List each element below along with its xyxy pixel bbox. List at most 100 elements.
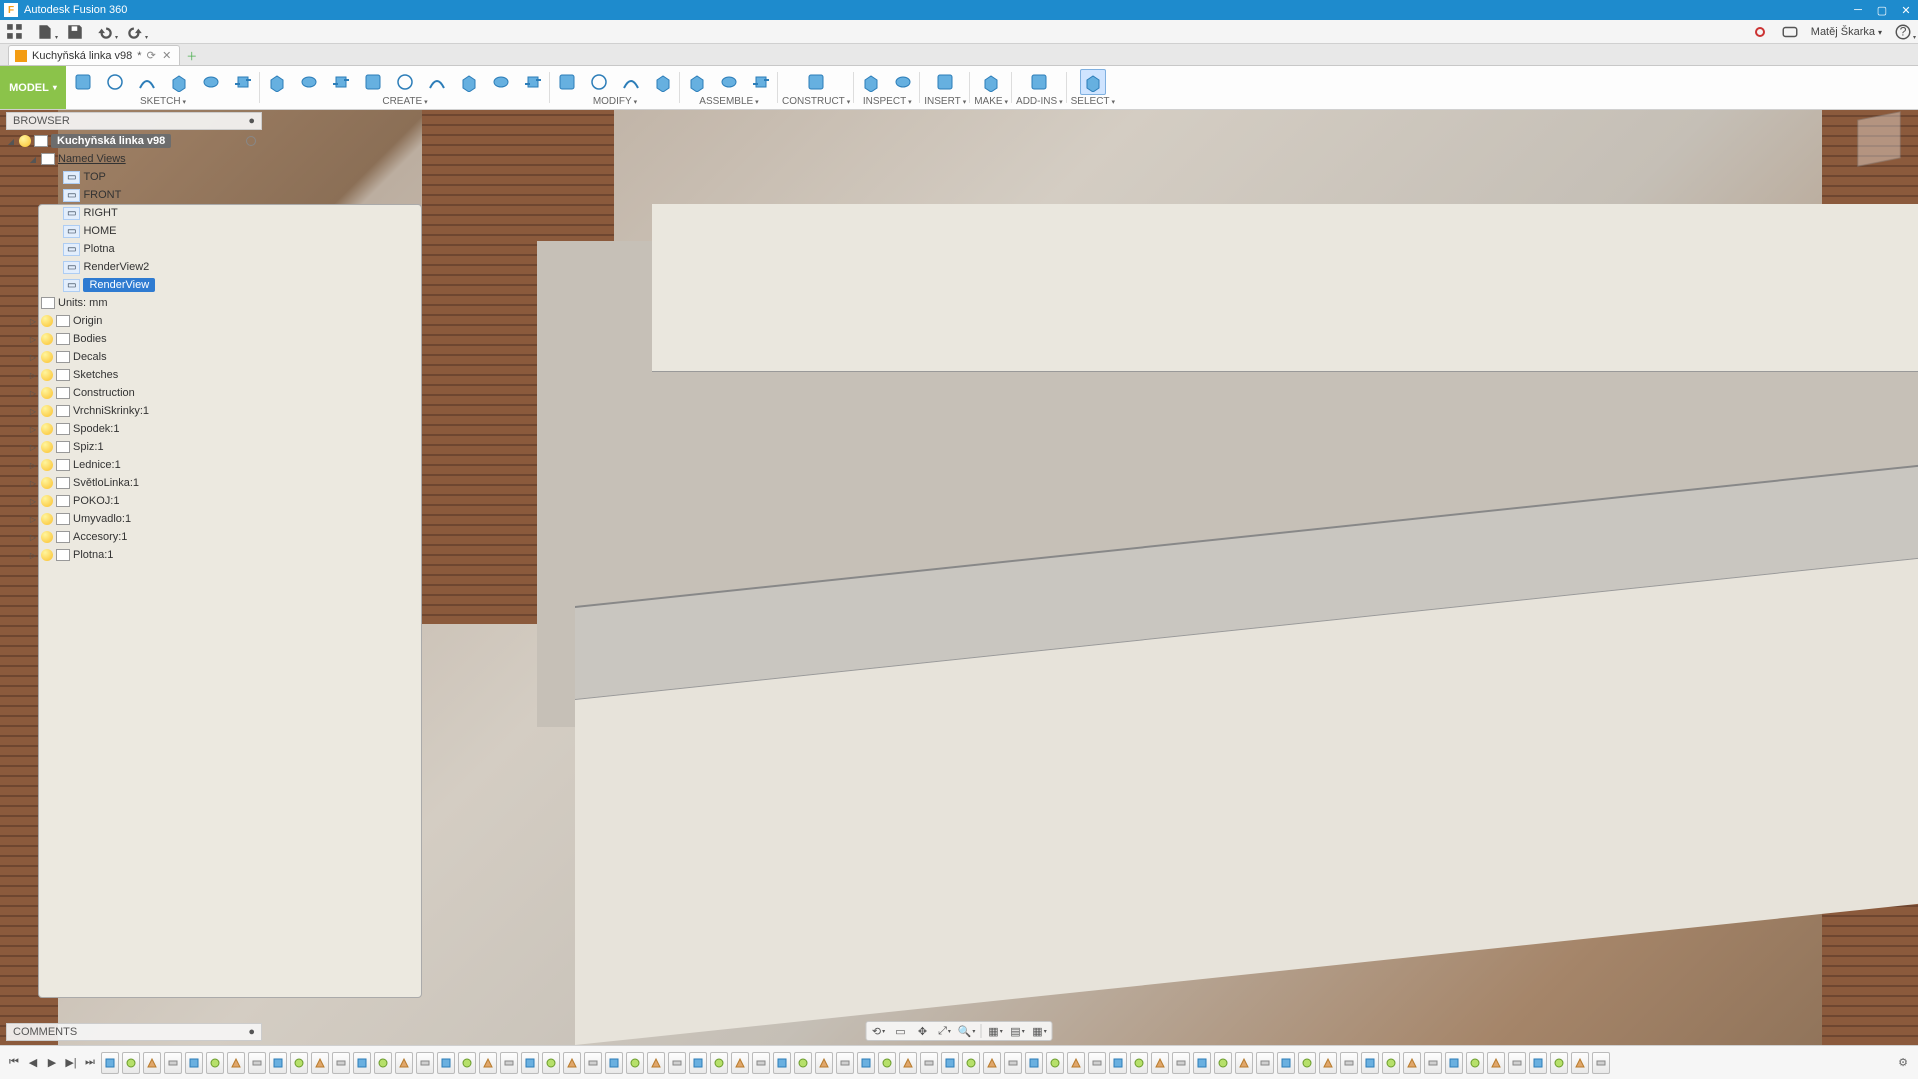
ribbon-sketch-tool-5[interactable] <box>230 69 256 95</box>
ribbon-modify-tool-2[interactable] <box>618 69 644 95</box>
visibility-bulb-icon[interactable] <box>41 531 53 543</box>
timeline-feature-2[interactable] <box>143 1052 161 1074</box>
timeline-feature-19[interactable] <box>500 1052 518 1074</box>
tree-item-vrchniskrinky-1[interactable]: ▷VrchniSkrinky:1 <box>6 402 262 420</box>
timeline-feature-11[interactable] <box>332 1052 350 1074</box>
viewport[interactable]: BROWSER ● ◢Kuchyňská linka v98◢Named Vie… <box>0 110 1918 1045</box>
timeline-feature-8[interactable] <box>269 1052 287 1074</box>
timeline-forward-button[interactable]: ▶| <box>63 1055 79 1071</box>
ribbon-create-tool-2[interactable] <box>328 69 354 95</box>
timeline-feature-60[interactable] <box>1361 1052 1379 1074</box>
tree-twist-icon[interactable]: ▷ <box>28 425 38 434</box>
ribbon-sketch-tool-2[interactable] <box>134 69 160 95</box>
redo-button[interactable]: ▾ <box>126 23 144 41</box>
timeline-start-button[interactable]: ⏮ <box>6 1055 22 1071</box>
close-button[interactable]: ✕ <box>1894 0 1918 20</box>
timeline-feature-24[interactable] <box>605 1052 623 1074</box>
tree-twist-icon[interactable]: ◢ <box>6 137 16 146</box>
timeline-feature-53[interactable] <box>1214 1052 1232 1074</box>
save-button[interactable] <box>66 23 84 41</box>
visibility-bulb-icon[interactable] <box>41 495 53 507</box>
document-tab[interactable]: Kuchyňská linka v98* ⟳ ✕ <box>8 45 180 65</box>
tree-twist-icon[interactable]: ◢ <box>28 155 38 164</box>
ribbon-modify-tool-0[interactable] <box>554 69 580 95</box>
timeline-feature-12[interactable] <box>353 1052 371 1074</box>
ribbon-label-sketch[interactable]: SKETCH <box>140 96 186 107</box>
ribbon-sketch-tool-1[interactable] <box>102 69 128 95</box>
visibility-bulb-icon[interactable] <box>41 513 53 525</box>
tree-view-renderview[interactable]: ▭RenderView <box>6 276 262 294</box>
timeline-feature-23[interactable] <box>584 1052 602 1074</box>
timeline-feature-36[interactable] <box>857 1052 875 1074</box>
tree-item-origin[interactable]: ▷Origin <box>6 312 262 330</box>
tree-item-umyvadlo-1[interactable]: ▷Umyvadlo:1 <box>6 510 262 528</box>
visibility-bulb-icon[interactable] <box>41 369 53 381</box>
ribbon-label-insert[interactable]: INSERT <box>924 96 966 107</box>
browser-header[interactable]: BROWSER ● <box>6 112 262 130</box>
ribbon-sketch-tool-3[interactable] <box>166 69 192 95</box>
timeline-feature-1[interactable] <box>122 1052 140 1074</box>
ribbon-label-modify[interactable]: MODIFY <box>593 96 637 107</box>
tree-twist-icon[interactable]: ▷ <box>28 317 38 326</box>
visibility-bulb-icon[interactable] <box>41 405 53 417</box>
visibility-bulb-icon[interactable] <box>41 549 53 561</box>
ribbon-label-create[interactable]: CREATE <box>382 96 427 107</box>
timeline-feature-58[interactable] <box>1319 1052 1337 1074</box>
timeline-feature-51[interactable] <box>1172 1052 1190 1074</box>
timeline-feature-22[interactable] <box>563 1052 581 1074</box>
tree-root[interactable]: ◢Kuchyňská linka v98 <box>6 132 262 150</box>
tree-item-spiz-1[interactable]: ▷Spiz:1 <box>6 438 262 456</box>
tree-item-bodies[interactable]: ▷Bodies <box>6 330 262 348</box>
tree-twist-icon[interactable]: ▷ <box>28 353 38 362</box>
visibility-bulb-icon[interactable] <box>41 351 53 363</box>
tree-item-sketches[interactable]: ▷Sketches <box>6 366 262 384</box>
timeline-settings-button[interactable]: ⚙ <box>1894 1054 1912 1072</box>
visibility-bulb-icon[interactable] <box>41 333 53 345</box>
timeline-feature-46[interactable] <box>1067 1052 1085 1074</box>
tree-twist-icon[interactable]: ▷ <box>28 497 38 506</box>
tab-recover-icon[interactable]: ⟳ <box>147 49 156 62</box>
fit-button[interactable]: 🔍▾ <box>959 1023 975 1039</box>
ribbon-insert-tool-0[interactable] <box>932 69 958 95</box>
ribbon-inspect-tool-1[interactable] <box>890 69 916 95</box>
timeline-feature-0[interactable] <box>101 1052 119 1074</box>
data-panel-button[interactable] <box>6 23 24 41</box>
record-icon[interactable] <box>1751 23 1769 41</box>
ribbon-modify-tool-1[interactable] <box>586 69 612 95</box>
timeline-feature-10[interactable] <box>311 1052 329 1074</box>
tree-view-right[interactable]: ▭RIGHT <box>6 204 262 222</box>
visibility-bulb-icon[interactable] <box>41 441 53 453</box>
timeline-feature-16[interactable] <box>437 1052 455 1074</box>
root-radio-icon[interactable] <box>246 136 256 146</box>
timeline-feature-13[interactable] <box>374 1052 392 1074</box>
ribbon-sketch-tool-0[interactable] <box>70 69 96 95</box>
timeline-feature-35[interactable] <box>836 1052 854 1074</box>
undo-button[interactable]: ▾ <box>96 23 114 41</box>
visibility-bulb-icon[interactable] <box>41 477 53 489</box>
display-settings-button[interactable]: ▦▾ <box>988 1023 1004 1039</box>
orbit-button[interactable]: ⟲▾ <box>871 1023 887 1039</box>
ribbon-make-tool-0[interactable] <box>978 69 1004 95</box>
timeline-feature-39[interactable] <box>920 1052 938 1074</box>
tree-twist-icon[interactable]: ▷ <box>28 533 38 542</box>
timeline-feature-59[interactable] <box>1340 1052 1358 1074</box>
timeline-feature-66[interactable] <box>1487 1052 1505 1074</box>
ribbon-construct-tool-0[interactable] <box>803 69 829 95</box>
timeline-feature-55[interactable] <box>1256 1052 1274 1074</box>
tree-twist-icon[interactable]: ▷ <box>28 479 38 488</box>
ribbon-create-tool-8[interactable] <box>520 69 546 95</box>
tree-twist-icon[interactable]: ▷ <box>28 335 38 344</box>
minimize-button[interactable]: ─ <box>1846 0 1870 20</box>
timeline-feature-64[interactable] <box>1445 1052 1463 1074</box>
timeline-feature-9[interactable] <box>290 1052 308 1074</box>
timeline-feature-32[interactable] <box>773 1052 791 1074</box>
timeline-feature-49[interactable] <box>1130 1052 1148 1074</box>
timeline-feature-30[interactable] <box>731 1052 749 1074</box>
timeline-feature-6[interactable] <box>227 1052 245 1074</box>
timeline-feature-34[interactable] <box>815 1052 833 1074</box>
timeline-feature-56[interactable] <box>1277 1052 1295 1074</box>
ribbon-label-addins[interactable]: ADD-INS <box>1016 96 1063 107</box>
timeline-play-button[interactable]: ▶ <box>44 1055 60 1071</box>
timeline-feature-28[interactable] <box>689 1052 707 1074</box>
user-menu[interactable]: Matěj Škarka <box>1811 26 1882 38</box>
